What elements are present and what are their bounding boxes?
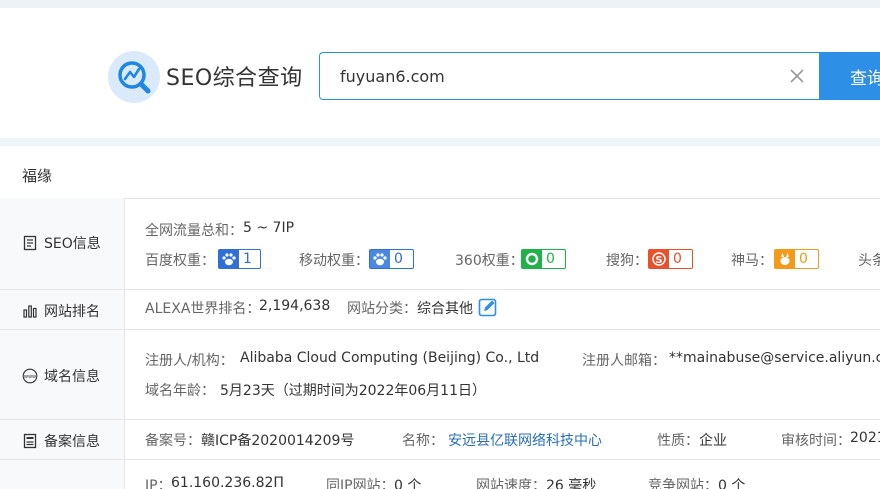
site-title: 福缘: [22, 167, 53, 185]
age-label: 域名年龄：: [145, 383, 215, 399]
icp-name-link[interactable]: 安远县亿联网络科技中心: [448, 430, 602, 450]
divider: [0, 459, 880, 460]
mobile-weight-label: 移动权重：: [299, 253, 369, 269]
alexa-label: ALEXA世界排名：: [145, 301, 261, 317]
email-value: **mainabuse@service.aliyun.com: [669, 350, 880, 366]
mobile-weight-badge[interactable]: 0: [369, 249, 414, 269]
document-icon: [23, 235, 37, 251]
edit-icon[interactable]: [478, 297, 498, 317]
icp-name-label: 名称：: [402, 433, 444, 449]
icp-nature-label: 性质：: [657, 433, 699, 449]
sogou-s-icon: S: [649, 250, 669, 268]
svg-text:S: S: [655, 255, 662, 266]
ring-360-icon: [522, 250, 542, 268]
divider: [0, 419, 880, 420]
compete-label: 竞争网站：: [648, 478, 718, 489]
s360-weight-value: 0: [546, 251, 555, 267]
row-label-text: 备案信息: [44, 434, 100, 450]
category-value: 综合其他: [417, 301, 473, 317]
traffic-value: 5 ~ 7IP: [243, 220, 295, 236]
row-label-text: 网站排名: [44, 304, 100, 320]
record-book-icon: [23, 433, 37, 449]
baidu-weight-badge[interactable]: 1: [218, 249, 261, 269]
speed-label: 网站速度：: [476, 478, 546, 489]
s360-weight-badge[interactable]: 0: [521, 249, 566, 269]
row-label-seo: SEO信息: [22, 233, 101, 253]
logo[interactable]: [108, 51, 160, 103]
search-button[interactable]: 查询: [819, 52, 880, 100]
svg-text:www: www: [24, 374, 36, 380]
registrant-label: 注册人/机构：: [145, 353, 234, 369]
clear-icon[interactable]: [788, 67, 806, 85]
audit-time-value: 2021: [850, 430, 880, 446]
divider: [0, 198, 880, 199]
icp-number-value: 赣ICP备2020014209号: [201, 433, 355, 449]
bar-chart-icon: [23, 305, 37, 318]
registrant-value: Alibaba Cloud Computing (Beijing) Co., L…: [240, 350, 540, 366]
sogou-weight-badge[interactable]: S 0: [648, 249, 693, 269]
same-ip-label: 同IP网站：: [326, 478, 395, 489]
shenma-label: 神马：: [731, 253, 773, 269]
icp-number-label: 备案号：: [145, 433, 201, 449]
sogou-label: 搜狗：: [606, 253, 648, 269]
paw-icon: [219, 250, 239, 268]
toutiao-label: 头条: [858, 253, 880, 269]
traffic-label: 全网流量总和：: [145, 223, 243, 239]
baidu-weight-value: 1: [243, 251, 252, 267]
compete-value: 0 个: [718, 478, 746, 489]
www-globe-icon: www: [22, 368, 38, 384]
shenma-weight-badge[interactable]: 0: [774, 249, 819, 269]
sogou-weight-value: 0: [673, 251, 682, 267]
top-strip: [0, 0, 880, 8]
ip-value[interactable]: 61.160.236.82Π: [171, 475, 284, 489]
paw-icon: [370, 250, 390, 268]
brand-title: SEO综合查询: [166, 66, 303, 91]
s360-weight-label: 360权重：: [455, 253, 524, 269]
email-label: 注册人邮箱：: [582, 353, 666, 369]
mobile-weight-value: 0: [394, 251, 403, 267]
shenma-weight-value: 0: [799, 251, 808, 267]
row-label-text: SEO信息: [44, 236, 101, 252]
chart-magnifier-icon: [118, 61, 151, 94]
divider: [0, 329, 880, 330]
header: SEO综合查询 查询: [0, 8, 880, 138]
ip-label: IP：: [145, 478, 172, 489]
age-value: 5月23天（过期时间为2022年06月11日）: [220, 383, 486, 399]
row-label-text: 域名信息: [44, 369, 100, 385]
row-label-rank: 网站排名: [22, 301, 100, 321]
search-input[interactable]: [320, 53, 780, 99]
icp-nature-value: 企业: [699, 433, 727, 449]
baidu-weight-label: 百度权重：: [145, 253, 215, 269]
row-label-icp: 备案信息: [22, 431, 100, 451]
search-box: [319, 52, 819, 100]
divider: [0, 289, 880, 290]
audit-time-label: 审核时间：: [781, 433, 851, 449]
alexa-value: 2,194,638: [259, 298, 331, 314]
same-ip-value: 0 个: [394, 478, 422, 489]
category-label: 网站分类：: [347, 301, 417, 317]
results-panel: 福缘 SEO信息 全网流量总和： 5 ~ 7IP 百度权重： 1 移动权重： 0…: [0, 146, 880, 489]
speed-value: 26 毫秒: [546, 478, 597, 489]
horse-icon: [775, 250, 795, 268]
row-label-domain: www 域名信息: [22, 366, 100, 386]
